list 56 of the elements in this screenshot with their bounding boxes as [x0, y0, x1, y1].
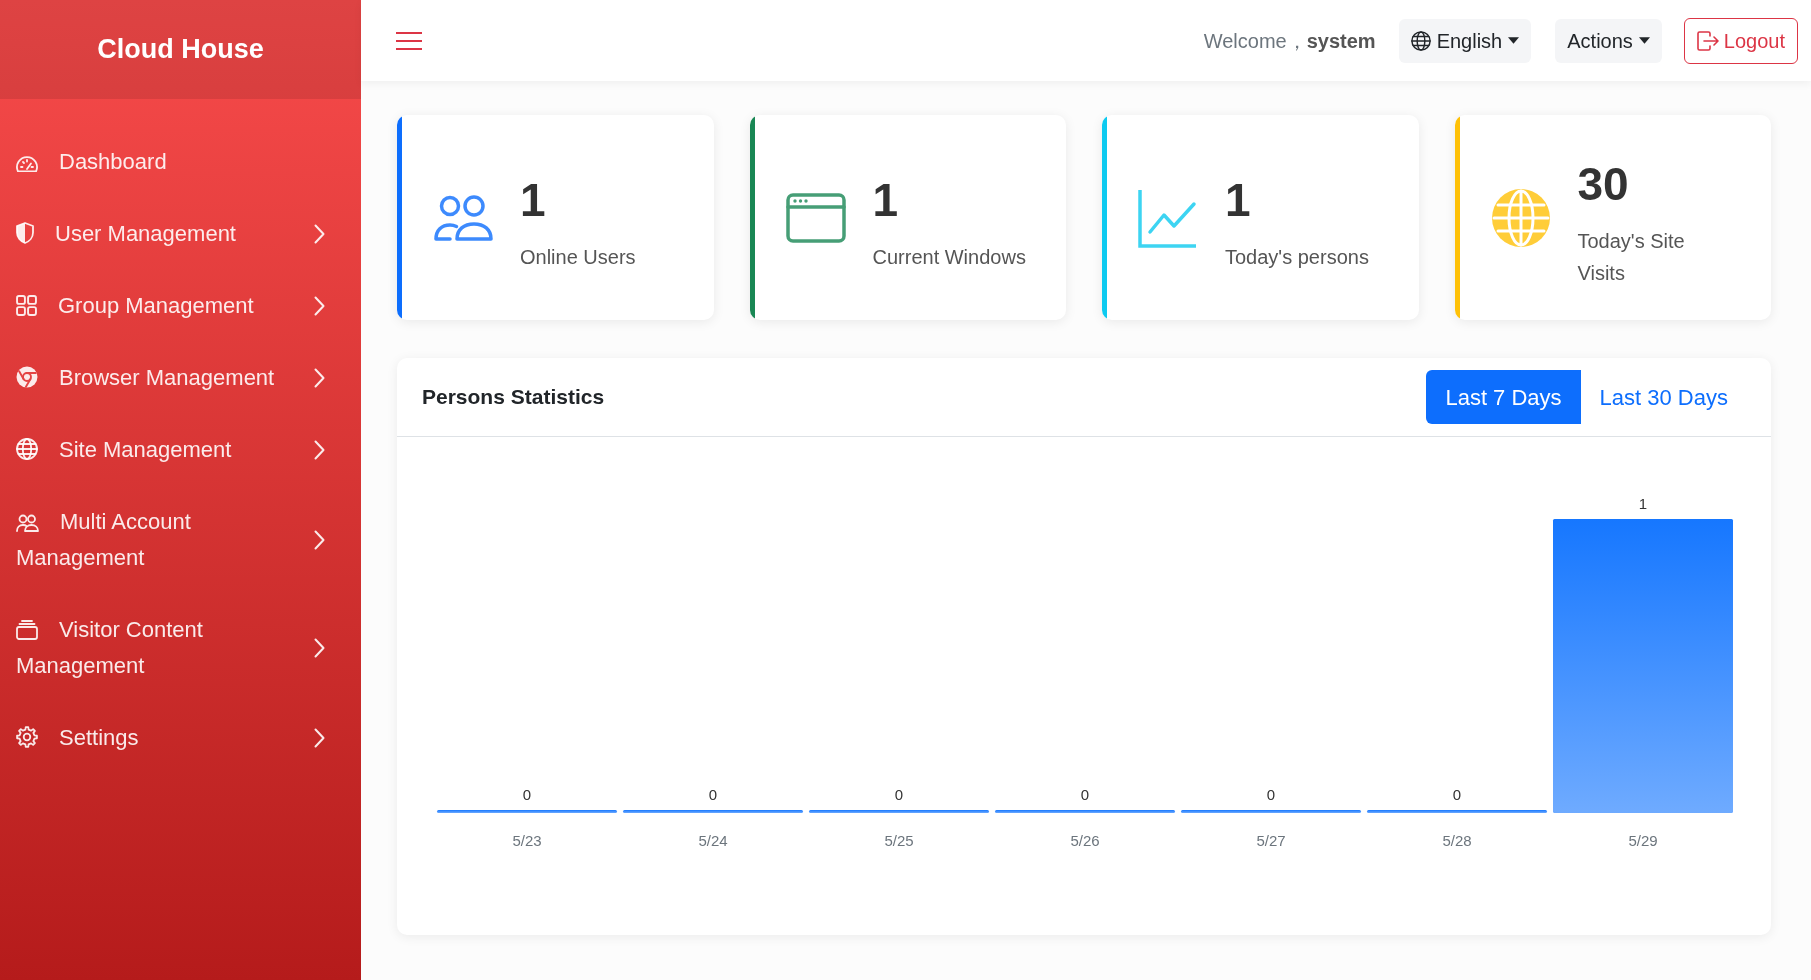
sidebar-item[interactable]: Group Management	[0, 270, 361, 342]
axis-label: 5/29	[1628, 832, 1658, 849]
sidebar-item[interactable]: Site Management	[0, 414, 361, 486]
stat-label: Today's Site Visits	[1577, 228, 1686, 286]
people-icon	[433, 194, 493, 241]
data-label: 0	[708, 786, 718, 803]
stack-icon	[16, 620, 38, 640]
brand-name: Cloud House	[97, 33, 264, 67]
stat-label: Online Users	[520, 244, 636, 270]
globe-icon	[1410, 30, 1431, 51]
caret-down-icon	[1638, 37, 1650, 44]
data-label: 0	[522, 786, 532, 803]
globe-icon	[1490, 187, 1551, 248]
panel-title: Persons Statistics	[422, 384, 605, 411]
stat-value: 1	[872, 176, 899, 223]
aperture-icon	[16, 366, 38, 388]
axis-label: 5/23	[512, 832, 542, 849]
sidebar-item[interactable]: Browser Management	[0, 342, 361, 414]
sidebar-item[interactable]: Settings	[0, 702, 361, 774]
menu-icon	[396, 30, 422, 51]
browser-window-icon	[785, 192, 846, 243]
speedometer-icon	[16, 155, 38, 172]
axis-label: 5/28	[1442, 832, 1472, 849]
logout-icon	[1696, 30, 1719, 51]
data-label: 0	[1080, 786, 1090, 803]
shield-icon	[16, 222, 34, 244]
gear-icon	[16, 726, 38, 748]
data-label: 0	[894, 786, 904, 803]
axis-label: 5/25	[884, 832, 914, 849]
actions-dropdown[interactable]: Actions	[1555, 18, 1662, 63]
stat-value: 1	[520, 176, 546, 223]
line-chart-icon	[1138, 187, 1198, 248]
stat-value: 30	[1577, 160, 1629, 207]
axis-label: 5/24	[698, 832, 728, 849]
axis-label: 5/27	[1256, 832, 1286, 849]
sidebar-item[interactable]: Dashboard	[0, 126, 361, 198]
data-label: 0	[1266, 786, 1276, 803]
data-label: 0	[1452, 786, 1462, 803]
people-icon	[16, 514, 39, 532]
sidebar-item[interactable]: Multi Account Management	[0, 486, 361, 594]
stat-value: 1	[1225, 176, 1251, 223]
sidebar-item[interactable]: User Management	[0, 198, 361, 270]
sidebar-item[interactable]: Visitor Content Management	[0, 594, 361, 702]
welcome-text: Welcome，system	[1203, 28, 1376, 54]
menu-button[interactable]	[396, 30, 422, 51]
data-label: 1	[1638, 495, 1648, 512]
caret-down-icon	[1508, 37, 1520, 44]
logout-button[interactable]: Logout	[1683, 17, 1798, 64]
stat-label: Today's persons	[1225, 244, 1369, 270]
tab[interactable]: Last 30 Days	[1580, 370, 1747, 424]
axis-label: 5/26	[1070, 832, 1100, 849]
globe-icon	[16, 438, 38, 460]
grid-icon	[16, 295, 37, 316]
language-dropdown[interactable]: English	[1398, 18, 1532, 63]
stat-label: Current Windows	[872, 244, 1026, 270]
tab[interactable]: Last 7 Days	[1426, 370, 1581, 424]
